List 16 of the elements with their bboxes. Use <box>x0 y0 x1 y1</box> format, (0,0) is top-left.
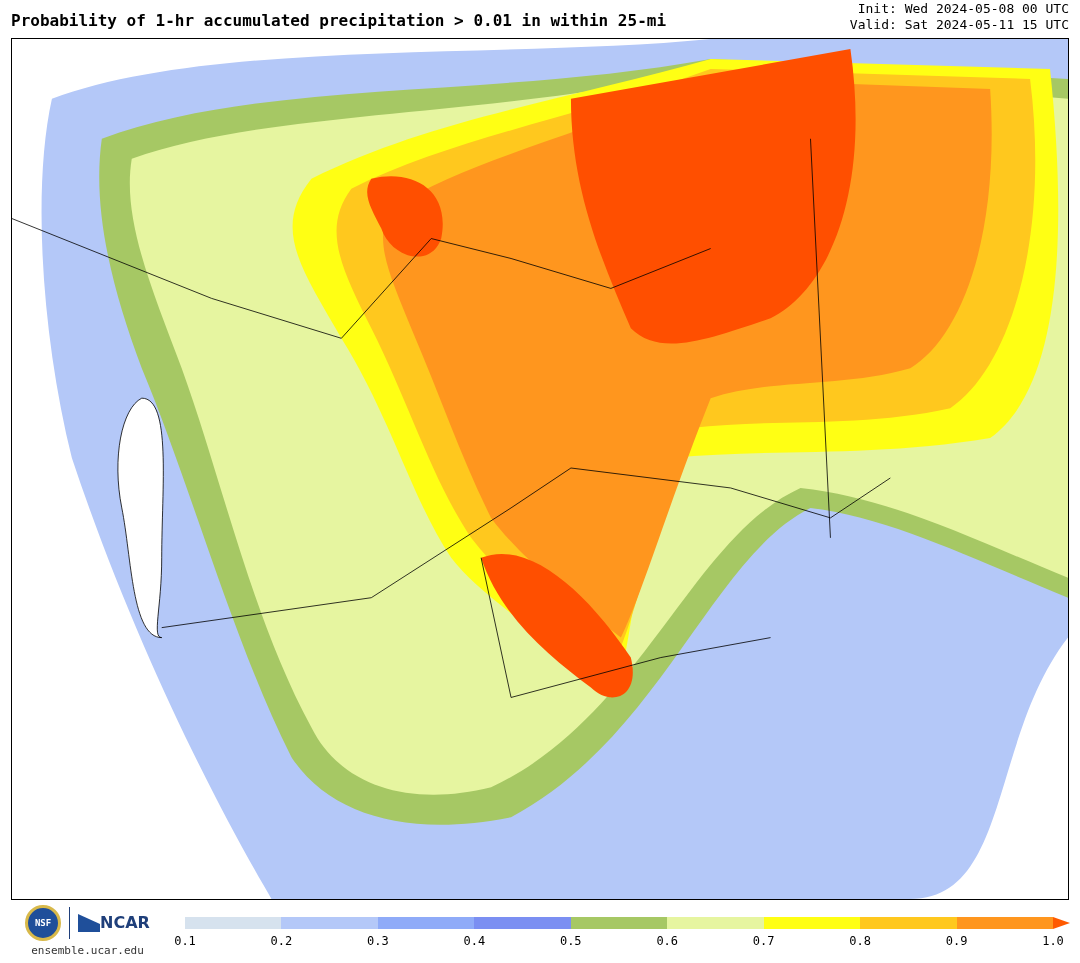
scale-tick-label: 1.0 <box>1042 933 1064 950</box>
scale-tick-label: 0.2 <box>270 933 293 950</box>
nsf-logo: NSF <box>25 905 62 941</box>
valid-time: Valid: Sat 2024-05-11 15 UTC <box>849 17 1069 33</box>
scale-tick-label: 0.9 <box>945 933 968 950</box>
scale-tick-label: 0.6 <box>656 933 679 950</box>
scale-tick-label: 0.5 <box>559 933 582 950</box>
init-time: Init: Wed 2024-05-08 00 UTC <box>857 1 1069 17</box>
map-title: Probability of 1-hr accumulated precipitation > 0.01 in within 25-mi <box>11 10 667 32</box>
ncar-logo: NCAR <box>78 911 150 935</box>
scale-tick-label: 0.3 <box>367 933 389 950</box>
source-url: ensemble.ucar.edu <box>31 943 144 959</box>
scale-tick-label: 0.4 <box>463 933 486 950</box>
scale-tick-label: 0.8 <box>849 933 871 950</box>
scale-tick-label: 0.1 <box>174 933 196 950</box>
scale-tick-label: 0.7 <box>752 933 775 950</box>
